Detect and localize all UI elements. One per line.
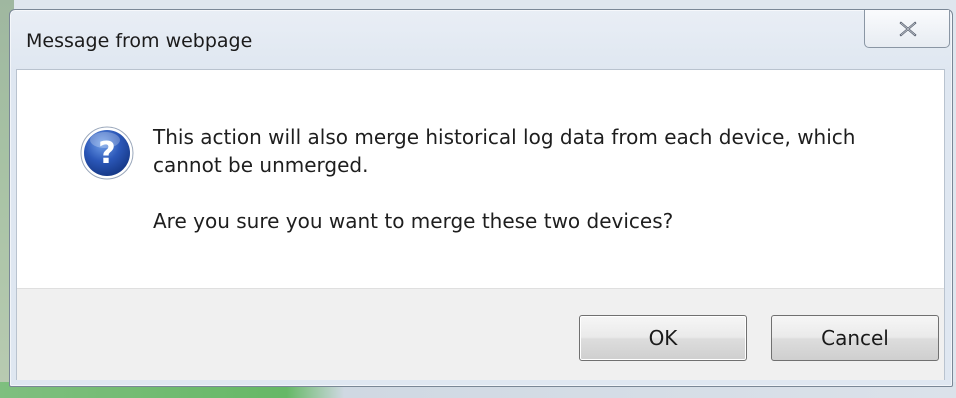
dialog-button-bar: OK Cancel (17, 288, 944, 380)
close-button[interactable] (864, 10, 950, 48)
dialog-title: Message from webpage (26, 30, 253, 52)
svg-text:?: ? (98, 136, 115, 171)
message-dialog: Message from webpage ? This action will … (9, 9, 953, 387)
dialog-titlebar[interactable]: Message from webpage (10, 10, 952, 69)
dialog-client-area: ? This action will also merge historical… (16, 69, 945, 380)
dialog-message: This action will also merge historical l… (153, 123, 913, 235)
cancel-button[interactable]: Cancel (771, 315, 939, 361)
message-line-2: Are you sure you want to merge these two… (153, 209, 674, 233)
ok-button[interactable]: OK (579, 315, 747, 361)
dialog-content: ? This action will also merge historical… (17, 70, 944, 288)
question-icon: ? (80, 126, 134, 180)
close-icon (899, 21, 917, 37)
message-line-1: This action will also merge historical l… (153, 125, 856, 177)
